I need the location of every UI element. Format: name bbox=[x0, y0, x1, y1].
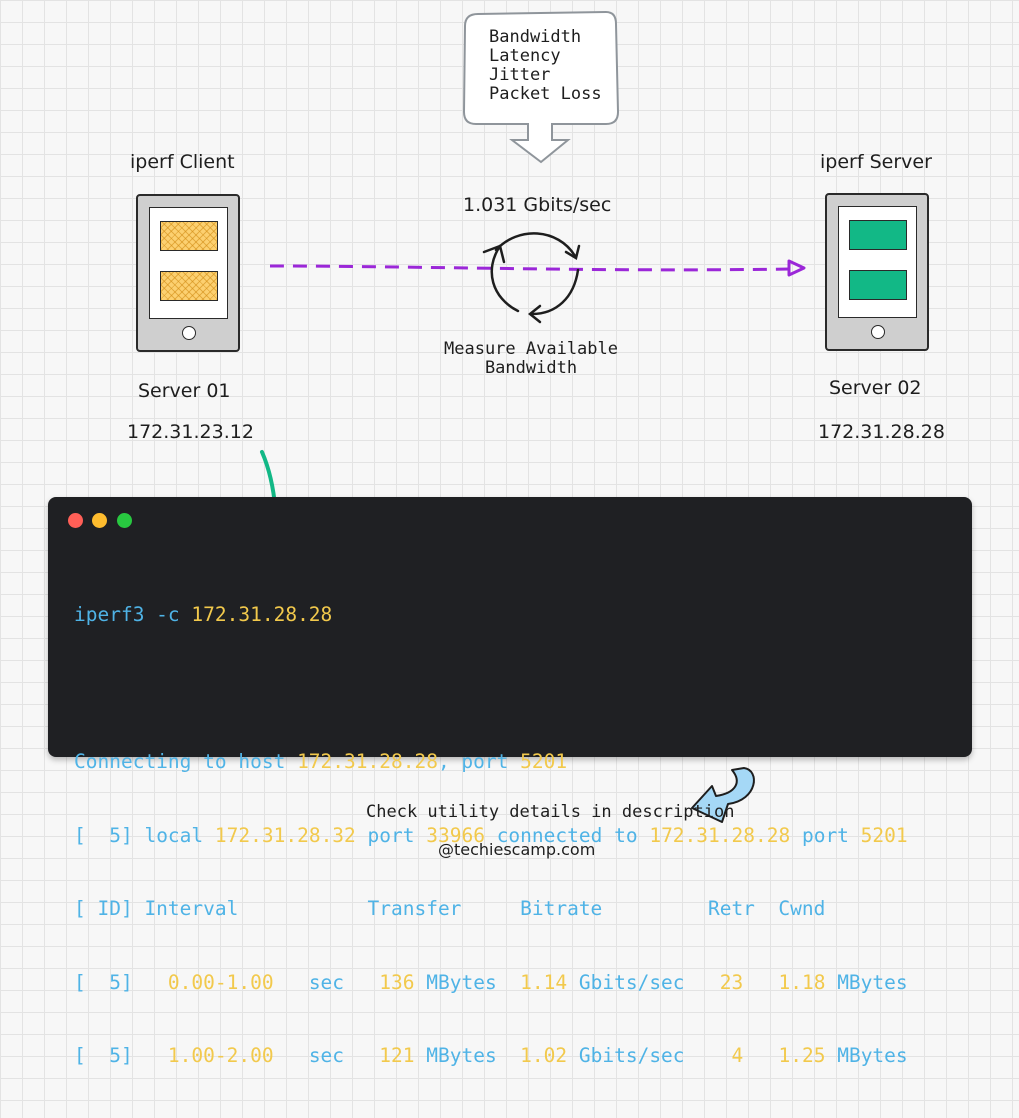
terminal-table-row: [ 5] 0.00-1.00 sec 136 MBytes 1.14 Gbits… bbox=[74, 971, 908, 996]
client-server-name: Server 01 bbox=[138, 380, 231, 402]
server-ip: 172.31.28.28 bbox=[818, 421, 945, 443]
footer-note: Check utility details in description bbox=[366, 802, 735, 822]
terminal-table-row: [ 5] 1.00-2.00 sec 121 MBytes 1.02 Gbits… bbox=[74, 1044, 908, 1069]
server-phone-icon bbox=[825, 193, 929, 351]
terminal-window: iperf3 -c 172.31.28.28 Connecting to hos… bbox=[48, 497, 972, 1067]
connecting-prefix: Connecting to host bbox=[74, 750, 298, 773]
row-bitrate: 1.14 bbox=[520, 970, 568, 994]
dashed-flow-line bbox=[269, 264, 791, 272]
close-dot-icon[interactable] bbox=[68, 513, 83, 528]
local-bracket: [ 5] bbox=[74, 823, 145, 847]
row-interval: 1.00-2.00 bbox=[167, 1044, 274, 1067]
command-target: 172.31.28.28 bbox=[191, 603, 333, 626]
row-bracket: [ 5] bbox=[74, 1044, 168, 1067]
callout-metric: Packet Loss bbox=[489, 84, 602, 104]
client-block-bottom bbox=[160, 271, 218, 301]
callout-metric: Bandwidth bbox=[489, 27, 582, 47]
client-phone-icon bbox=[136, 194, 240, 352]
row-bitrate: 1.02 bbox=[520, 1044, 568, 1067]
bandwidth-rate: 1.031 Gbits/sec bbox=[463, 194, 612, 216]
connecting-port: 5201 bbox=[520, 750, 568, 773]
remote-ip: 172.31.28.28 bbox=[649, 823, 791, 847]
row-spacer bbox=[743, 971, 778, 994]
remote-port-label: port bbox=[790, 823, 861, 847]
local-ip: 172.31.28.32 bbox=[214, 823, 356, 847]
maximize-dot-icon[interactable] bbox=[117, 513, 132, 528]
server-block-bottom bbox=[849, 270, 907, 300]
row-spacer bbox=[743, 1044, 778, 1067]
row-interval: 0.00-1.00 bbox=[167, 970, 274, 994]
row-retr: 23 bbox=[719, 970, 744, 994]
row-sec: sec bbox=[273, 970, 380, 994]
terminal-command-line: iperf3 -c 172.31.28.28 bbox=[74, 603, 908, 628]
row-cwnd: 1.18 bbox=[778, 970, 826, 994]
server-home-button-icon bbox=[871, 325, 885, 339]
row-sec: sec bbox=[273, 1044, 380, 1067]
client-phone-screen bbox=[149, 207, 228, 319]
client-block-top bbox=[160, 221, 218, 251]
server-block-top bbox=[849, 220, 907, 250]
terminal-connecting-line: Connecting to host 172.31.28.28, port 52… bbox=[74, 750, 908, 775]
client-home-button-icon bbox=[182, 326, 196, 340]
measure-caption-line2: Bandwidth bbox=[484, 358, 578, 378]
minimize-dot-icon[interactable] bbox=[92, 513, 107, 528]
terminal-table-header: [ ID] Interval Transfer Bitrate Retr Cwn… bbox=[74, 897, 826, 920]
remote-port: 5201 bbox=[860, 823, 908, 847]
row-retr: 4 bbox=[731, 1044, 744, 1067]
footer-handle: @techiescamp.com bbox=[438, 840, 596, 859]
client-ip: 172.31.23.12 bbox=[127, 421, 254, 443]
row-transfer: 121 bbox=[379, 1044, 415, 1067]
client-title: iperf Client bbox=[130, 151, 235, 173]
measure-caption: Measure Available Bandwidth bbox=[436, 340, 626, 378]
local-port-label: port bbox=[355, 823, 427, 847]
row-bitrate-unit: Gbits/sec bbox=[567, 970, 720, 994]
server-title: iperf Server bbox=[820, 151, 932, 173]
row-transfer-unit: MBytes bbox=[414, 970, 521, 994]
refresh-cycle-icon bbox=[482, 232, 581, 324]
connecting-host: 172.31.28.28 bbox=[297, 750, 438, 773]
row-transfer: 136 bbox=[379, 970, 415, 994]
command-text: iperf3 -c bbox=[74, 603, 192, 626]
callout-metrics-list: Bandwidth Latency Jitter Packet Loss bbox=[489, 28, 619, 104]
row-bitrate-unit: Gbits/sec bbox=[567, 1044, 732, 1067]
connecting-port-label: , port bbox=[437, 750, 521, 773]
dashed-flow-arrowhead bbox=[787, 259, 806, 277]
row-bracket: [ 5] bbox=[74, 970, 168, 994]
server-server-name: Server 02 bbox=[829, 377, 922, 399]
local-word: local bbox=[144, 823, 215, 847]
row-cwnd-unit: MBytes bbox=[825, 970, 908, 994]
callout-metric: Latency bbox=[489, 46, 561, 66]
server-phone-screen bbox=[838, 206, 917, 318]
row-transfer-unit: MBytes bbox=[414, 1044, 521, 1067]
row-cwnd: 1.25 bbox=[778, 1044, 826, 1067]
terminal-output: iperf3 -c 172.31.28.28 Connecting to hos… bbox=[74, 554, 908, 1118]
callout-metric: Jitter bbox=[489, 65, 551, 85]
row-cwnd-unit: MBytes bbox=[825, 1044, 908, 1067]
measure-caption-line1: Measure Available bbox=[444, 339, 618, 359]
